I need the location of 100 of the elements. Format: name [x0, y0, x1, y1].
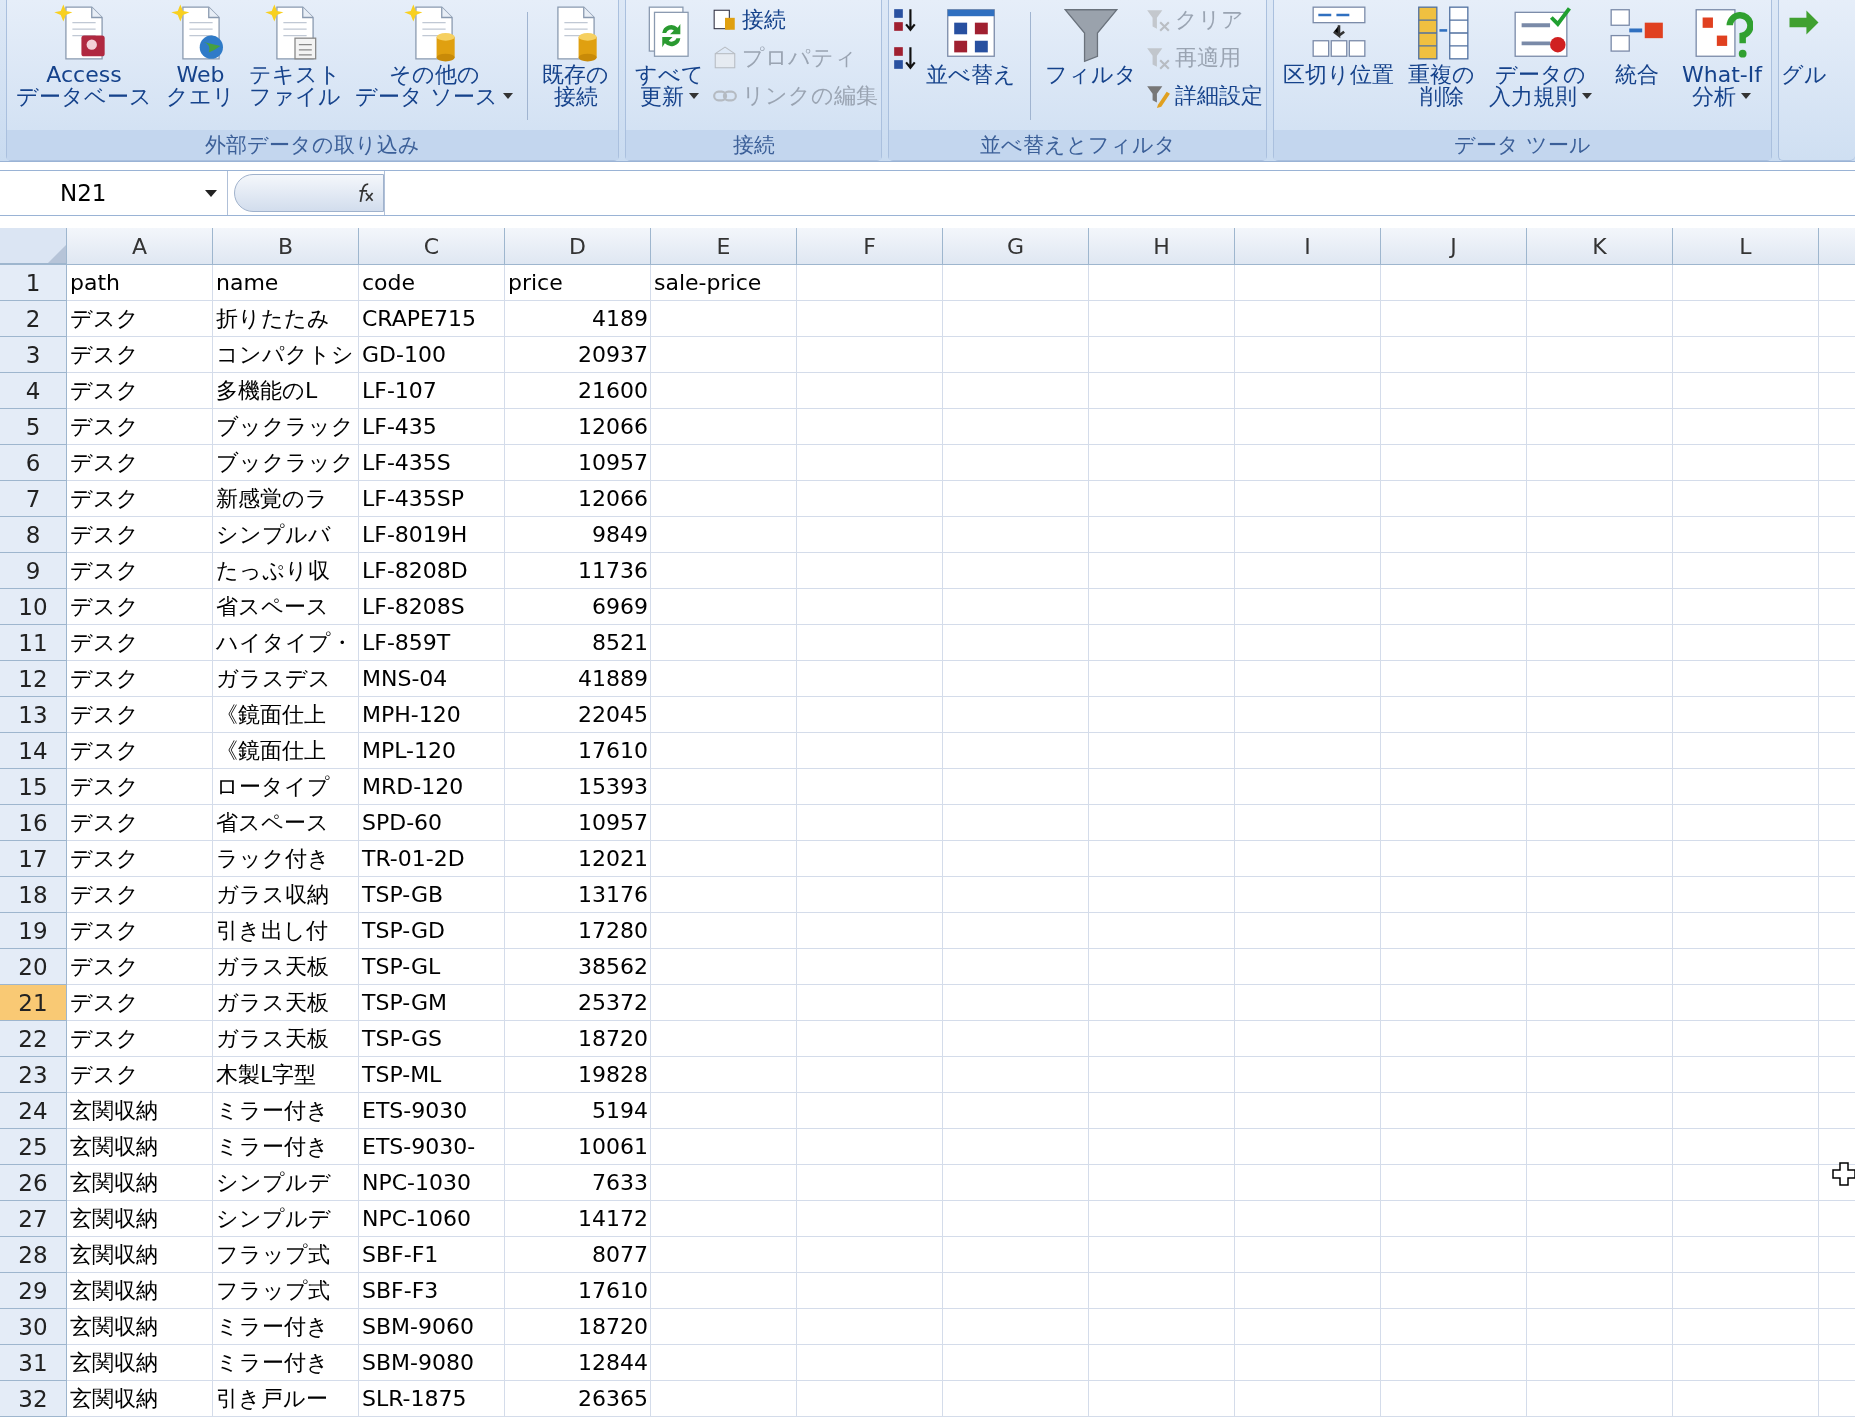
table-cell-text: デスク: [70, 952, 139, 981]
row-header[interactable]: 27: [0, 1201, 67, 1237]
row-header[interactable]: 21: [0, 985, 67, 1021]
row-header[interactable]: 14: [0, 733, 67, 769]
group-label: 外部データの取り込み: [7, 130, 618, 160]
table-cell-text: ブックラック: [216, 448, 354, 477]
table-cell-text: 玄関収納: [70, 1240, 158, 1269]
ribbon-button[interactable]: グル: [1779, 0, 1829, 88]
table-cell: GD-100: [362, 342, 446, 367]
table-cell: TSP-ML: [362, 1062, 442, 1087]
row-header[interactable]: 19: [0, 913, 67, 949]
row-header[interactable]: 31: [0, 1345, 67, 1381]
ribbon-button[interactable]: 詳細設定: [1145, 80, 1263, 112]
table-cell: SBF-F1: [362, 1242, 439, 1267]
row-header[interactable]: 18: [0, 877, 67, 913]
row-header[interactable]: 26: [0, 1165, 67, 1201]
table-cell-text: デスク: [70, 772, 139, 801]
column-header[interactable]: H: [1089, 228, 1235, 264]
row-header[interactable]: 13: [0, 697, 67, 733]
table-cell-text: デスク: [70, 736, 139, 765]
row-header[interactable]: 30: [0, 1309, 67, 1345]
ribbon-button[interactable]: 統合: [1600, 0, 1674, 88]
row-header[interactable]: 3: [0, 337, 67, 373]
row-header[interactable]: 12: [0, 661, 67, 697]
ribbon-button[interactable]: 並べ替え: [920, 0, 1022, 88]
table-cell-text: ミラー付き: [216, 1096, 329, 1125]
table-cell: SBM-9060: [362, 1314, 474, 1339]
row-header[interactable]: 9: [0, 553, 67, 589]
table-cell: LF-435S: [362, 450, 451, 475]
ribbon-button[interactable]: 重複の 削除: [1402, 0, 1481, 110]
ribbon-button[interactable]: 接続: [712, 4, 878, 36]
table-cell-text: デスク: [70, 412, 139, 441]
table-cell: 4189: [592, 306, 648, 331]
column-header[interactable]: K: [1527, 228, 1673, 264]
table-cell: LF-435SP: [362, 486, 465, 511]
row-header[interactable]: 15: [0, 769, 67, 805]
row-header[interactable]: 4: [0, 373, 67, 409]
row-header[interactable]: 32: [0, 1381, 67, 1417]
table-cell: 12066: [578, 486, 648, 511]
column-header[interactable]: L: [1673, 228, 1819, 264]
table-cell-text: デスク: [70, 628, 139, 657]
table-cell-text: デスク: [70, 1024, 139, 1053]
column-header[interactable]: C: [359, 228, 505, 264]
row-header[interactable]: 10: [0, 589, 67, 625]
ribbon-button[interactable]: Access データベース: [10, 0, 158, 110]
column-header[interactable]: E: [651, 228, 797, 264]
table-cell-text: フラップ式: [216, 1240, 330, 1269]
table-cell: LF-435: [362, 414, 437, 439]
arrow-icon: [1787, 8, 1821, 37]
ribbon-button[interactable]: Web クエリ: [160, 0, 241, 110]
ribbon-button[interactable]: 区切り位置: [1277, 0, 1400, 88]
column-header[interactable]: D: [505, 228, 651, 264]
row-header[interactable]: 23: [0, 1057, 67, 1093]
ribbon-button[interactable]: テキスト ファイル: [243, 0, 347, 110]
ribbon-button[interactable]: What-If 分析: [1676, 0, 1768, 110]
column-header[interactable]: I: [1235, 228, 1381, 264]
row-header[interactable]: 17: [0, 841, 67, 877]
table-cell-text: デスク: [70, 304, 139, 333]
row-header[interactable]: 20: [0, 949, 67, 985]
column-header[interactable]: A: [67, 228, 213, 264]
row-header[interactable]: 16: [0, 805, 67, 841]
ribbon-button[interactable]: すべて 更新: [629, 0, 710, 110]
table-cell-text: デスク: [70, 520, 139, 549]
table-cell: 12844: [578, 1350, 648, 1375]
table-cell: 19828: [578, 1062, 648, 1087]
ribbon-button[interactable]: フィルタ: [1039, 0, 1143, 88]
name-box[interactable]: N21: [0, 171, 228, 215]
table-cell: ETS-9030: [362, 1098, 468, 1123]
column-header[interactable]: F: [797, 228, 943, 264]
row-header[interactable]: 7: [0, 481, 67, 517]
group-label: 並べ替えとフィルタ: [889, 130, 1266, 160]
ribbon-button[interactable]: データの 入力規則: [1483, 0, 1598, 110]
row-header[interactable]: 22: [0, 1021, 67, 1057]
row-header[interactable]: 2: [0, 301, 67, 337]
table-cell-text: 玄関収納: [70, 1312, 158, 1341]
row-header[interactable]: 8: [0, 517, 67, 553]
reapply-icon: [1145, 45, 1171, 71]
column-header[interactable]: G: [943, 228, 1089, 264]
table-cell-text: 玄関収納: [70, 1348, 158, 1377]
table-cell: 5194: [592, 1098, 648, 1123]
row-header[interactable]: 24: [0, 1093, 67, 1129]
row-header[interactable]: 6: [0, 445, 67, 481]
table-cell-text: デスク: [70, 484, 139, 513]
row-header[interactable]: 28: [0, 1237, 67, 1273]
ribbon-button[interactable]: 既存の 接続: [536, 0, 615, 110]
table-cell: 10957: [578, 450, 648, 475]
table-cell: MNS-04: [362, 666, 448, 691]
column-header[interactable]: B: [213, 228, 359, 264]
row-header[interactable]: 5: [0, 409, 67, 445]
row-header[interactable]: 1: [0, 265, 67, 301]
table-cell-text: 引き戸ルー: [216, 1384, 328, 1413]
column-header[interactable]: J: [1381, 228, 1527, 264]
row-header[interactable]: 29: [0, 1273, 67, 1309]
row-header[interactable]: 11: [0, 625, 67, 661]
table-cell: SBM-9080: [362, 1350, 474, 1375]
table-cell-text: ガラス天板: [216, 1024, 329, 1053]
table-cell-text: デスク: [70, 880, 139, 909]
table-cell-text: 省スペース: [216, 592, 329, 621]
row-header[interactable]: 25: [0, 1129, 67, 1165]
ribbon-button[interactable]: その他の データ ソース: [349, 0, 519, 110]
